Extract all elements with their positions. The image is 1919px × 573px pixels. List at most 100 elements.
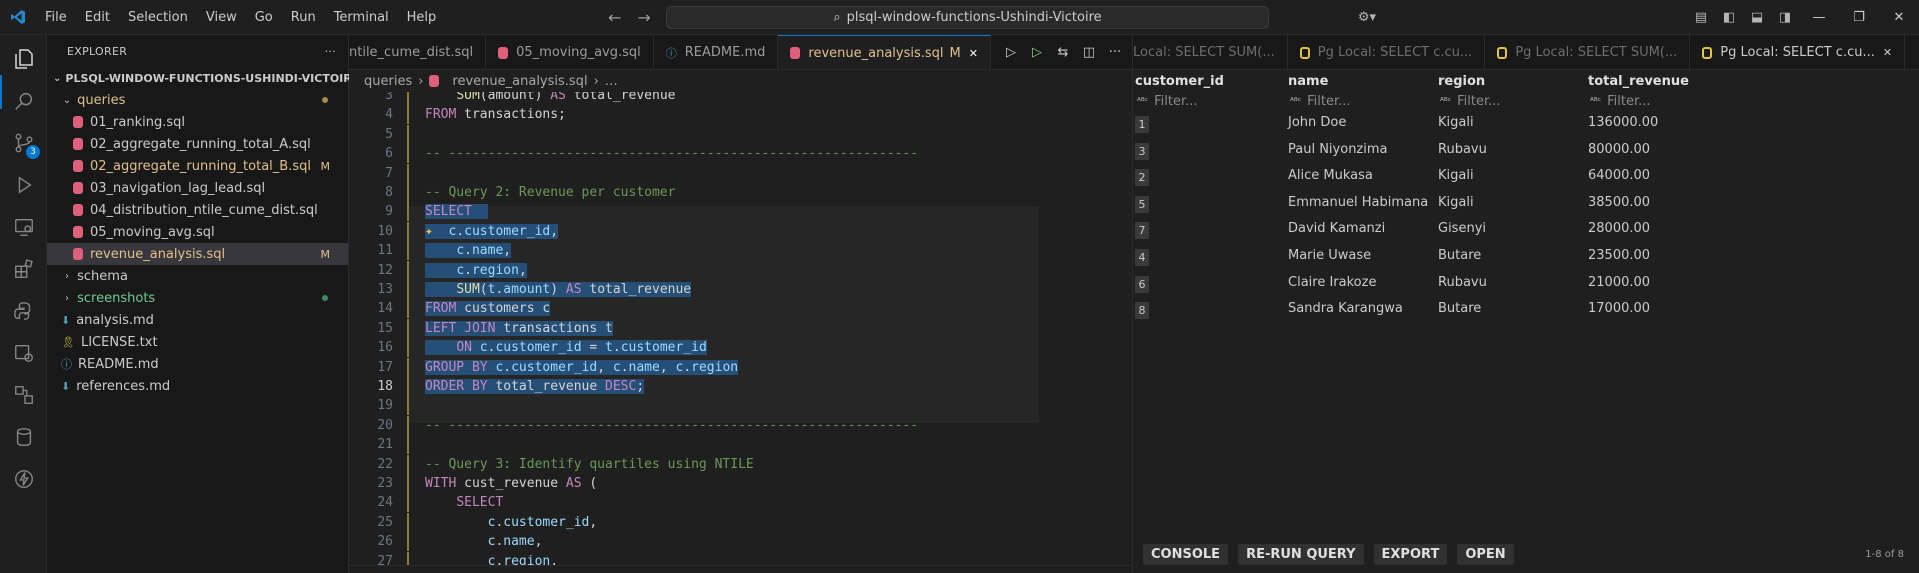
editor-tab[interactable]: ⓘ README.md <box>654 35 779 69</box>
back-arrow-icon[interactable]: ← <box>608 8 621 27</box>
workspace-root[interactable]: ⌄ PLSQL-WINDOW-FUNCTIONS-USHINDI-VICTOIR… <box>47 67 359 89</box>
run-debug-icon[interactable] <box>10 171 38 199</box>
search-view-icon[interactable] <box>10 87 38 115</box>
results-tab[interactable]: Pg Local: SELECT c.cu... <box>1288 35 1486 69</box>
command-center[interactable]: ⌕ plsql-window-functions-Ushindi-Victoir… <box>666 6 1269 29</box>
code-editor[interactable]: 3 SUM(amount) AS total_revenue 4 FROM tran… <box>349 92 1132 565</box>
breadcrumb-folder[interactable]: queries <box>364 74 412 89</box>
source-control-icon[interactable]: 3 <box>10 129 40 159</box>
code-line: 5 <box>349 124 1039 144</box>
column-header-total-revenue[interactable]: total_revenue <box>1588 74 1689 89</box>
close-window-icon[interactable]: ✕ <box>1879 10 1919 25</box>
layout-customize-icon[interactable]: ▤ <box>1687 10 1715 25</box>
testing-icon[interactable] <box>10 381 38 409</box>
more-actions-icon[interactable]: ··· <box>325 45 336 58</box>
column-header-name[interactable]: name <box>1288 74 1328 89</box>
table-row[interactable]: 2 Alice Mukasa Kigali 64000.00 <box>1133 164 1919 191</box>
close-tab-icon[interactable]: ✕ <box>969 47 978 60</box>
rerun-query-button[interactable]: RE-RUN QUERY <box>1238 543 1364 565</box>
toggle-sidebar-icon[interactable]: ◧ <box>1715 10 1743 25</box>
python-icon[interactable] <box>10 297 38 325</box>
menu-file[interactable]: File <box>36 0 76 35</box>
code-content: FROM transactions; <box>425 107 566 122</box>
filter-total-revenue[interactable]: ᴬᴮᶜ Filter... <box>1590 94 1651 109</box>
table-row[interactable]: 8 Sandra Karangwa Butare 17000.00 <box>1133 297 1919 324</box>
console-button[interactable]: CONSOLE <box>1143 543 1229 565</box>
split-editor-icon[interactable]: ◫ <box>1076 45 1102 60</box>
minimize-icon[interactable]: — <box>1799 10 1839 25</box>
table-row[interactable]: 6 Claire Irakoze Rubavu 21000.00 <box>1133 271 1919 298</box>
database-settings-icon[interactable] <box>10 339 38 367</box>
tree-item[interactable]: › schema <box>47 265 348 287</box>
code-text: -- -------------------------------------… <box>409 416 918 435</box>
code-token: cust_revenue <box>456 476 566 491</box>
explorer-icon[interactable] <box>10 45 38 73</box>
breadcrumb-file[interactable]: revenue_analysis.sql <box>452 74 587 89</box>
table-row[interactable]: 4 Marie Uwase Butare 23500.00 <box>1133 244 1919 271</box>
lightning-icon[interactable] <box>10 465 38 493</box>
editor-tab[interactable]: revenue_analysis.sql M ✕ <box>778 35 991 69</box>
info-icon: ⓘ <box>61 358 72 371</box>
tree-item[interactable]: ⌄ queries <box>47 89 348 111</box>
explorer-header: EXPLORER ··· <box>47 35 348 67</box>
results-tab[interactable]: Pg Local: SELECT SUM(... <box>1485 35 1691 69</box>
table-row[interactable]: 7 David Kamanzi Gisenyi 28000.00 <box>1133 217 1919 244</box>
markdown-icon: ⬇ <box>61 379 71 393</box>
extensions-icon[interactable] <box>10 255 38 283</box>
tree-item[interactable]: 🎗 LICENSE.txt <box>47 331 348 353</box>
breadcrumb-symbol[interactable]: … <box>605 74 618 89</box>
cell-region: Butare <box>1438 301 1482 317</box>
export-button[interactable]: EXPORT <box>1373 543 1448 565</box>
menu-run[interactable]: Run <box>282 0 325 35</box>
tree-item[interactable]: 04_distribution_ntile_cume_dist.sql <box>47 199 348 221</box>
menu-selection[interactable]: Selection <box>119 0 197 35</box>
code-token: GROUP BY <box>425 359 488 375</box>
tree-item[interactable]: 02_aggregate_running_total_A.sql <box>47 133 348 155</box>
filter-placeholder: Filter... <box>1307 94 1351 109</box>
menu-edit[interactable]: Edit <box>76 0 119 35</box>
forward-arrow-icon[interactable]: → <box>637 8 650 27</box>
editor-tab[interactable]: 05_moving_avg.sql <box>486 35 654 69</box>
menu-go[interactable]: Go <box>246 0 282 35</box>
close-tab-icon[interactable]: ✕ <box>1883 46 1892 59</box>
tree-item[interactable]: 05_moving_avg.sql <box>47 221 348 243</box>
tree-item[interactable]: › screenshots <box>47 287 348 309</box>
table-row[interactable]: 3 Paul Niyonzima Rubavu 80000.00 <box>1133 138 1919 165</box>
tree-item[interactable]: ⬇ analysis.md <box>47 309 348 331</box>
tree-item[interactable]: ⓘ README.md <box>47 353 348 375</box>
filter-customer-id[interactable]: ᴬᴮᶜ Filter... <box>1137 94 1198 109</box>
results-tab[interactable]: Pg Local: SELECT c.cu... ✕ <box>1690 35 1906 69</box>
compare-icon[interactable]: ⇆ <box>1050 45 1076 60</box>
toggle-secondary-sidebar-icon[interactable]: ◨ <box>1771 10 1799 25</box>
open-button[interactable]: OPEN <box>1457 543 1514 565</box>
cell-region: Kigali <box>1438 168 1474 184</box>
filter-name[interactable]: ᴬᴮᶜ Filter... <box>1290 94 1351 109</box>
menu-view[interactable]: View <box>197 0 246 35</box>
run-file-icon[interactable]: ▷ <box>1024 45 1050 60</box>
restore-icon[interactable]: ❐ <box>1839 10 1879 25</box>
editor-tab[interactable]: ntile_cume_dist.sql <box>349 35 487 69</box>
run-query-icon[interactable]: ▷ <box>998 45 1024 60</box>
menu-help[interactable]: Help <box>398 0 446 35</box>
database-explorer-icon[interactable] <box>10 423 38 451</box>
table-row[interactable]: 1 John Doe Kigali 136000.00 <box>1133 111 1919 138</box>
toggle-panel-icon[interactable]: ⬓ <box>1743 10 1771 25</box>
tree-item[interactable]: 02_aggregate_running_total_B.sql M <box>47 155 348 177</box>
postgres-icon <box>1299 46 1310 59</box>
tree-item[interactable]: revenue_analysis.sql M <box>47 243 348 265</box>
copilot-icon[interactable]: ⚙▾ <box>1347 10 1387 25</box>
results-tab[interactable]: Local: SELECT SUM(... <box>1133 35 1288 69</box>
table-row[interactable]: 5 Emmanuel Habimana Kigali 38500.00 <box>1133 191 1919 218</box>
tree-item[interactable]: 03_navigation_lag_lead.sql <box>47 177 348 199</box>
column-header-customer-id[interactable]: customer_id <box>1135 74 1224 89</box>
editor-more-icon[interactable]: ··· <box>1102 45 1128 60</box>
remote-explorer-icon[interactable] <box>10 213 38 241</box>
tree-item[interactable]: ⬇ references.md <box>47 375 348 397</box>
cell-region: Rubavu <box>1438 274 1487 290</box>
filter-region[interactable]: ᴬᴮᶜ Filter... <box>1440 94 1501 109</box>
cell-total-revenue: 38500.00 <box>1588 194 1651 210</box>
menu-terminal[interactable]: Terminal <box>325 0 398 35</box>
column-header-region[interactable]: region <box>1438 74 1485 89</box>
chevron-right-icon: › <box>593 73 599 89</box>
tree-item[interactable]: 01_ranking.sql <box>47 111 348 133</box>
